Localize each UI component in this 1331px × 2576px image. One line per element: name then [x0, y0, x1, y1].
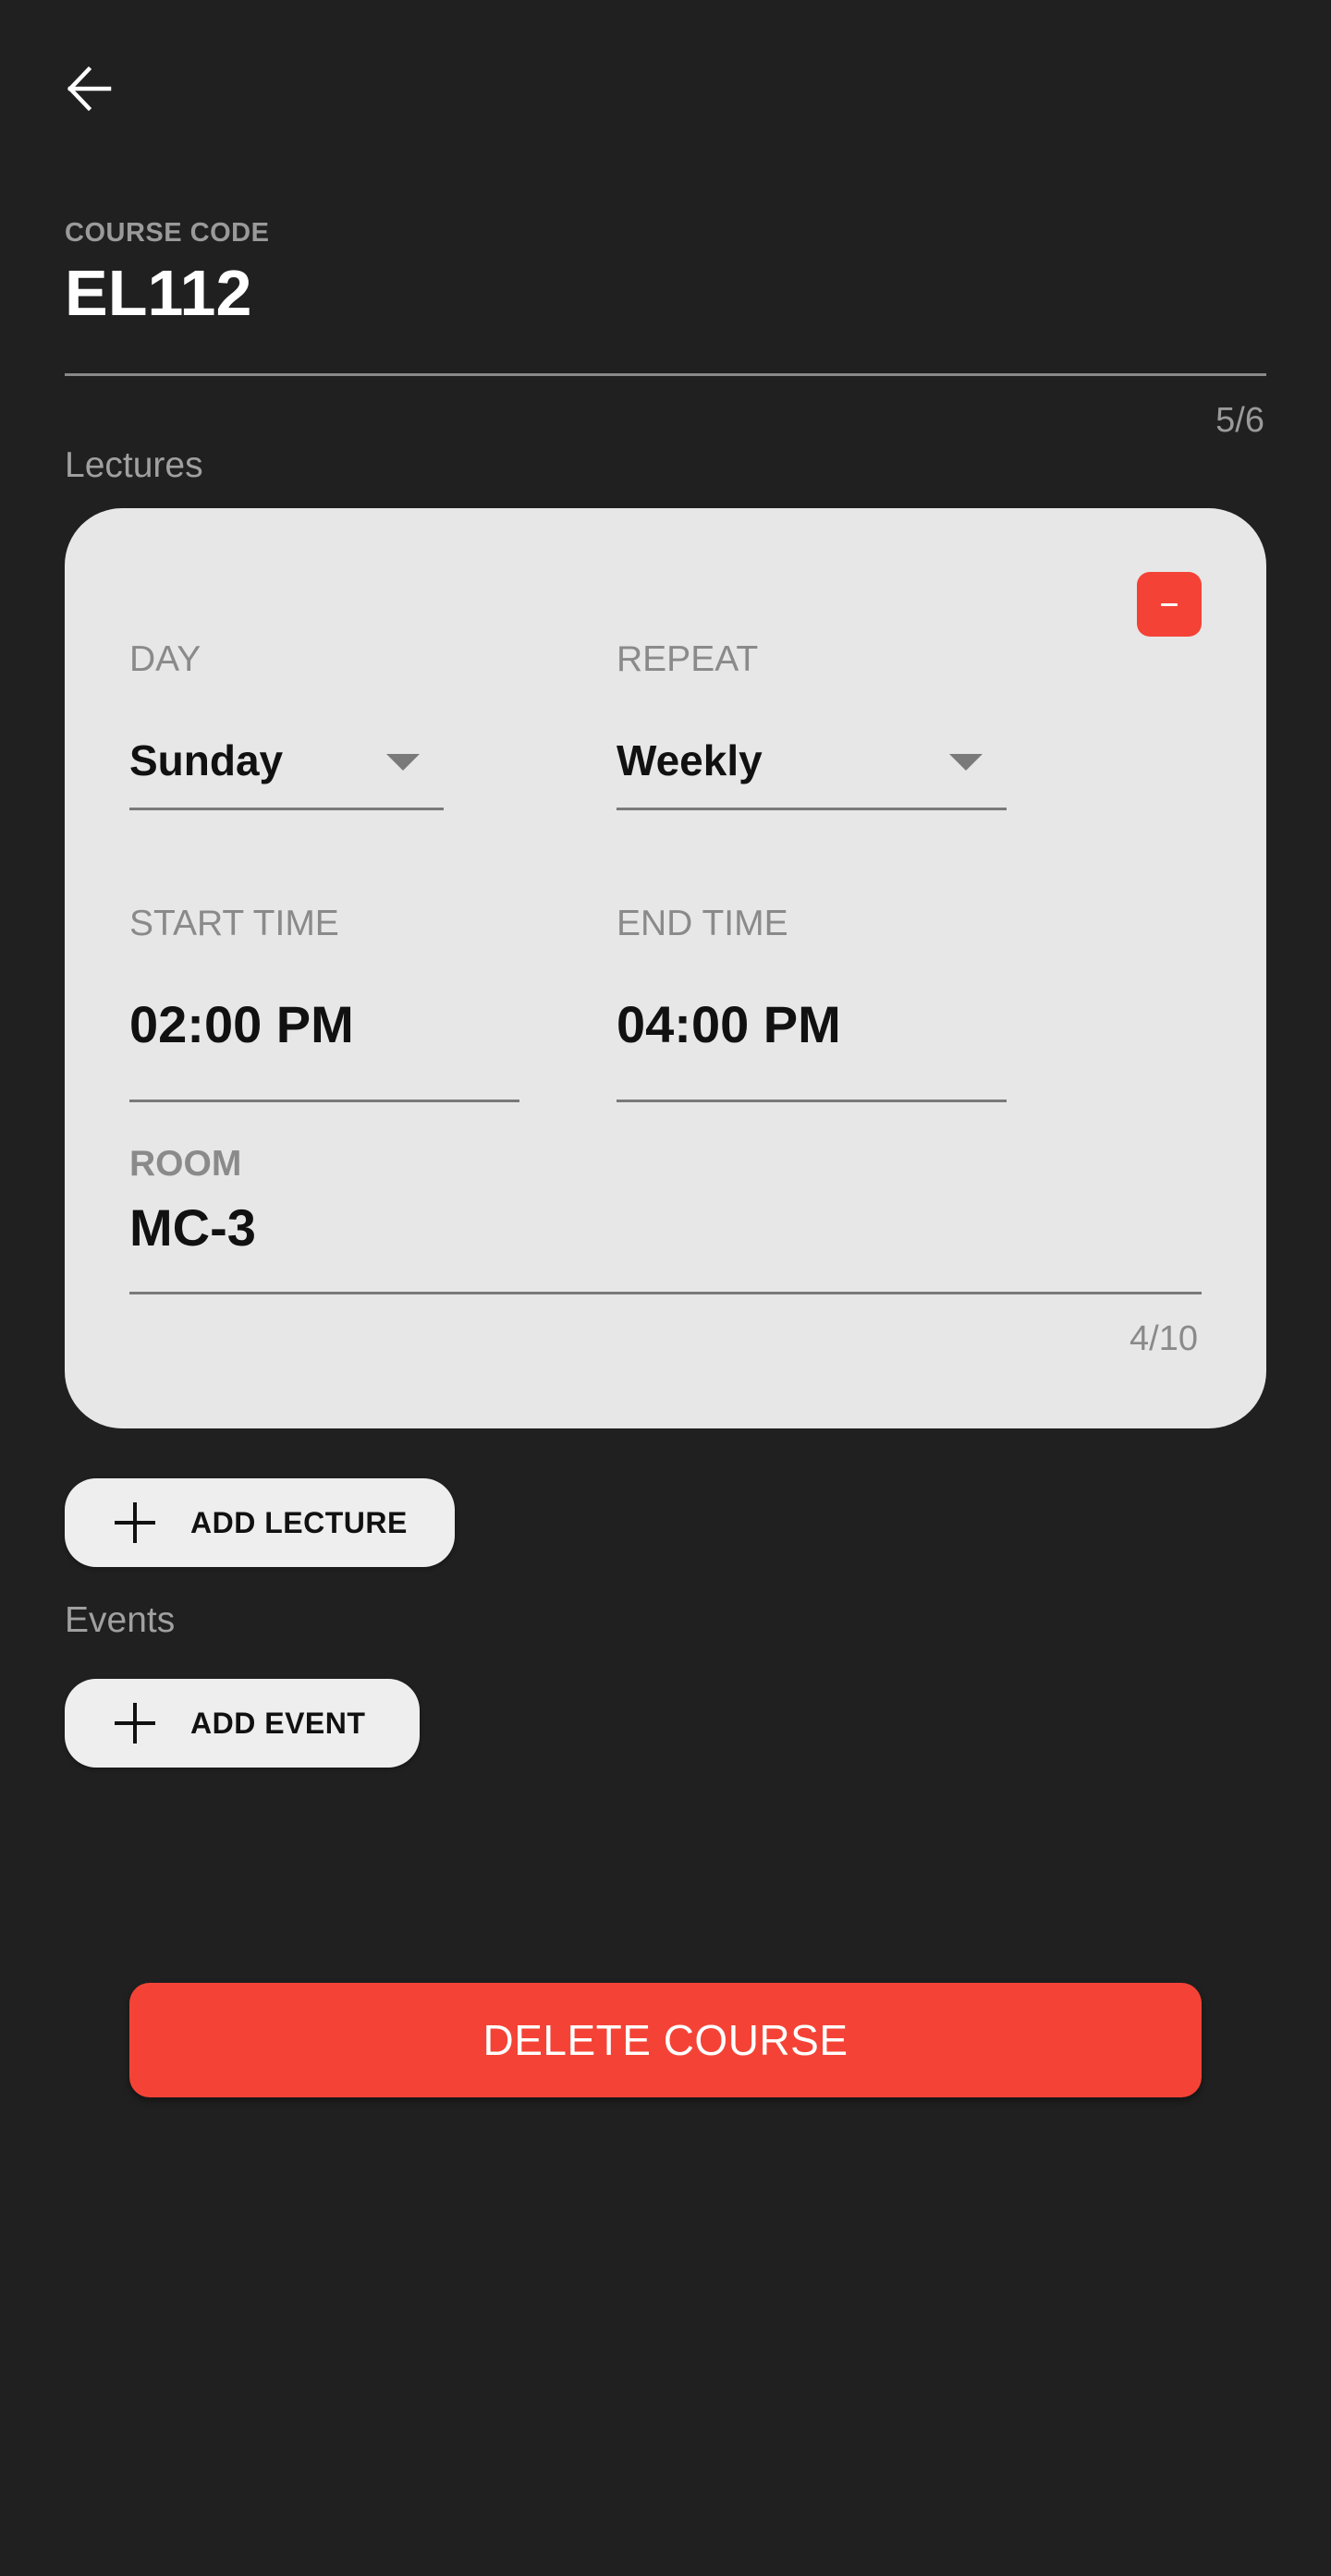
room-underline — [129, 1292, 1202, 1294]
start-time-field[interactable]: 02:00 PM — [129, 989, 519, 1105]
room-char-counter: 4/10 — [1130, 1319, 1198, 1358]
delete-course-button[interactable]: DELETE COURSE — [129, 1983, 1202, 2097]
repeat-label: REPEAT — [617, 639, 759, 679]
start-time-label: START TIME — [129, 904, 339, 943]
delete-course-label: DELETE COURSE — [482, 2016, 849, 2064]
end-time-field[interactable]: 04:00 PM — [617, 989, 1007, 1105]
course-code-underline — [65, 373, 1266, 376]
dropdown-arrow-icon — [949, 754, 983, 771]
plus-icon — [115, 1502, 155, 1543]
lectures-section-label: Lectures — [65, 445, 203, 485]
day-underline — [129, 808, 444, 810]
dropdown-arrow-icon — [386, 754, 420, 771]
arrow-left-icon — [67, 66, 112, 112]
add-lecture-label: ADD LECTURE — [190, 1505, 408, 1539]
remove-lecture-button[interactable] — [1137, 572, 1202, 637]
course-code-char-counter: 5/6 — [1215, 401, 1264, 440]
end-time-value: 04:00 PM — [617, 995, 841, 1053]
repeat-value: Weekly — [617, 736, 763, 784]
minus-icon — [1161, 602, 1178, 606]
back-button[interactable] — [52, 52, 126, 126]
add-lecture-button[interactable]: ADD LECTURE — [65, 1478, 455, 1567]
repeat-underline — [617, 808, 1007, 810]
end-time-underline — [617, 1100, 1007, 1102]
day-value: Sunday — [129, 736, 284, 784]
events-section-label: Events — [65, 1600, 176, 1640]
room-value: MC-3 — [129, 1198, 256, 1257]
day-dropdown[interactable]: Sunday — [129, 730, 444, 811]
plus-icon — [115, 1703, 155, 1744]
add-event-label: ADD EVENT — [190, 1706, 366, 1740]
room-input[interactable]: MC-3 — [129, 1192, 1202, 1295]
end-time-label: END TIME — [617, 904, 788, 943]
repeat-dropdown[interactable]: Weekly — [617, 730, 1007, 811]
room-label: ROOM — [129, 1144, 242, 1184]
course-code-input[interactable]: EL112 — [65, 261, 251, 325]
start-time-underline — [129, 1100, 519, 1102]
day-label: DAY — [129, 639, 201, 679]
start-time-value: 02:00 PM — [129, 995, 354, 1053]
course-code-label: COURSE CODE — [65, 218, 270, 248]
add-event-button[interactable]: ADD EVENT — [65, 1679, 420, 1768]
